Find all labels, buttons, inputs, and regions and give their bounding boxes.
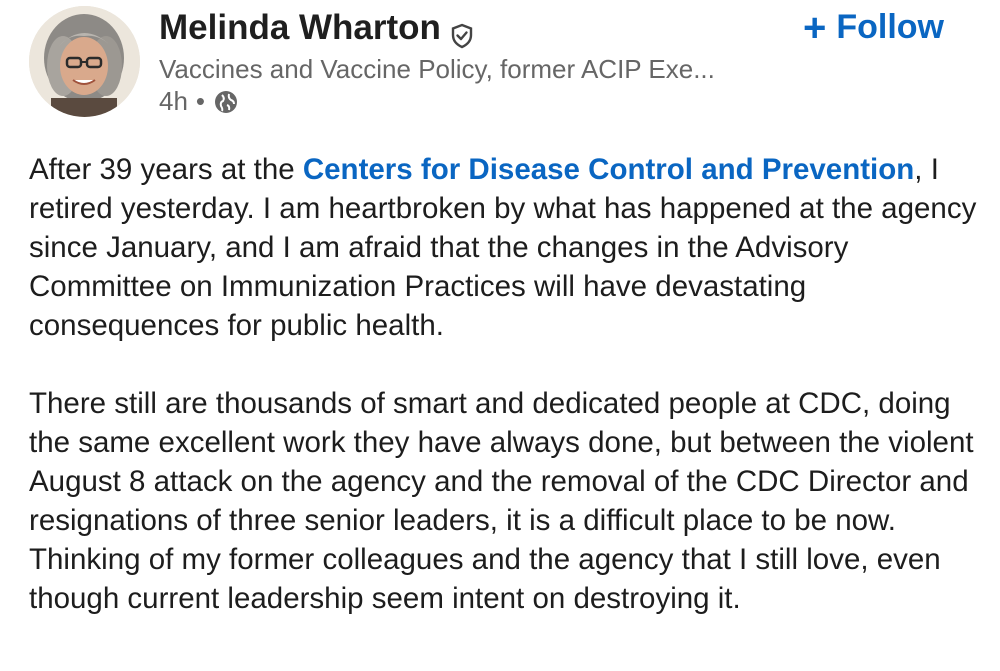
post-body: After 39 years at the Centers for Diseas… [29, 150, 989, 657]
verified-shield-icon [449, 18, 475, 49]
author-avatar[interactable] [29, 6, 140, 117]
post-paragraph-1: After 39 years at the Centers for Diseas… [29, 150, 989, 345]
organization-link[interactable]: Centers for Disease Control and Preventi… [303, 153, 914, 186]
meta-separator: • [195, 86, 206, 116]
post-time: 4h [159, 86, 188, 116]
plus-icon: + [803, 5, 827, 50]
globe-icon [213, 89, 239, 115]
post-meta: 4h • [159, 86, 239, 117]
avatar-photo [29, 6, 140, 117]
post-paragraph-2: There still are thousands of smart and d… [29, 387, 974, 615]
author-name[interactable]: Melinda Wharton [159, 8, 475, 49]
p1-before-text: After 39 years at the [29, 153, 303, 186]
follow-button[interactable]: + Follow [803, 5, 945, 50]
author-name-text: Melinda Wharton [159, 8, 441, 47]
author-headline: Vaccines and Vaccine Policy, former ACIP… [159, 54, 715, 84]
follow-label: Follow [836, 8, 945, 46]
